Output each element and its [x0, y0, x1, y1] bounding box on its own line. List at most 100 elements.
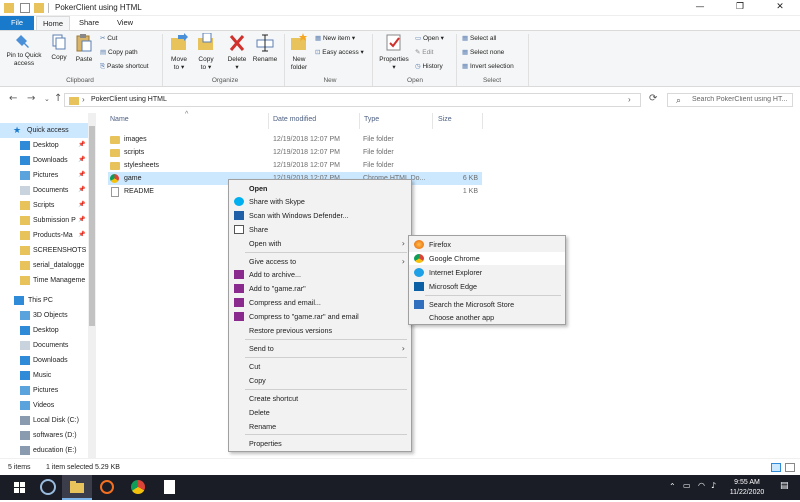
table-row[interactable]: images 12/19/2018 12:07 PM File folder: [108, 133, 482, 146]
menu-item-cut[interactable]: Cut: [229, 360, 411, 373]
taskbar-file-explorer[interactable]: [62, 475, 92, 500]
column-divider[interactable]: [432, 113, 433, 129]
menu-item-open-with[interactable]: Open with ›: [229, 237, 411, 250]
nav-item-pictures-pc[interactable]: Pictures: [0, 383, 88, 398]
menu-item-microsoft-edge[interactable]: Microsoft Edge: [409, 280, 565, 293]
invert-selection-button[interactable]: ▦ Invert selection: [462, 62, 514, 72]
properties-button[interactable]: Properties ▾: [376, 33, 412, 72]
menu-item-create-shortcut[interactable]: Create shortcut: [229, 392, 411, 405]
column-divider[interactable]: [359, 113, 360, 129]
edit-button[interactable]: ✎ Edit: [415, 48, 433, 58]
menu-item-give-access[interactable]: Give access to ›: [229, 255, 411, 268]
nav-item-products[interactable]: Products-Ma 📌: [0, 228, 88, 243]
column-divider[interactable]: [268, 113, 269, 129]
nav-item-desktop-pc[interactable]: Desktop: [0, 323, 88, 338]
open-button[interactable]: ▭ Open ▾: [415, 34, 444, 44]
nav-item-documents-pc[interactable]: Documents: [0, 338, 88, 353]
nav-item-quick-access[interactable]: ★ Quick access: [0, 123, 88, 138]
nav-item-serial-datalogger[interactable]: serial_datalogge: [0, 258, 88, 273]
nav-item-submission[interactable]: Submission P 📌: [0, 213, 88, 228]
refresh-icon[interactable]: ⟳: [649, 93, 657, 104]
menu-item-restore-previous[interactable]: Restore previous versions: [229, 324, 411, 337]
nav-item-softwares[interactable]: softwares (D:): [0, 428, 88, 443]
nav-item-screenshots[interactable]: SCREENSHOTS: [0, 243, 88, 258]
new-folder-button[interactable]: New folder: [287, 33, 311, 72]
menu-item-compress-to-rar-email[interactable]: Compress to "game.rar" and email: [229, 310, 411, 323]
address-dropdown-chevron-icon[interactable]: ›: [628, 95, 631, 104]
menu-item-properties[interactable]: Properties: [229, 437, 411, 450]
address-bar[interactable]: › PokerClient using HTML ›: [64, 93, 641, 107]
column-header-type[interactable]: Type: [364, 116, 379, 123]
menu-item-scan-defender[interactable]: Scan with Windows Defender...: [229, 209, 411, 222]
delete-button[interactable]: Delete ▾: [224, 33, 250, 72]
taskbar-app-icon[interactable]: [33, 475, 63, 500]
menu-item-add-to-game-rar[interactable]: Add to "game.rar": [229, 282, 411, 295]
rename-button[interactable]: Rename: [250, 33, 280, 64]
pin-to-quick-access-button[interactable]: Pin to Quick access: [2, 33, 46, 68]
select-none-button[interactable]: ▦ Select none: [462, 48, 504, 58]
details-view-icon[interactable]: [771, 463, 781, 472]
tab-home[interactable]: Home: [36, 16, 70, 30]
properties-icon[interactable]: [20, 3, 30, 13]
notifications-icon[interactable]: ▤: [780, 481, 789, 491]
up-arrow-icon[interactable]: ↑: [54, 93, 62, 104]
nav-item-downloads[interactable]: Downloads 📌: [0, 153, 88, 168]
nav-item-time-management[interactable]: Time Manageme: [0, 273, 88, 288]
new-folder-icon[interactable]: [34, 3, 44, 13]
wifi-icon[interactable]: ◠: [698, 481, 705, 490]
move-to-button[interactable]: Move to ▾: [167, 33, 191, 72]
nav-item-education[interactable]: education (E:): [0, 443, 88, 458]
paste-shortcut-button[interactable]: ⎘ Paste shortcut: [100, 62, 149, 72]
menu-item-add-to-archive[interactable]: Add to archive...: [229, 268, 411, 281]
minimize-button[interactable]: —: [680, 0, 720, 16]
menu-item-internet-explorer[interactable]: Internet Explorer: [409, 266, 565, 279]
close-button[interactable]: ✕: [760, 0, 800, 16]
volume-icon[interactable]: ♪: [711, 481, 716, 490]
easy-access-button[interactable]: ⊡ Easy access ▾: [315, 48, 364, 58]
maximize-button[interactable]: ❐: [720, 0, 760, 16]
taskbar-clock[interactable]: 9:55 AM 11/22/2020: [722, 478, 772, 498]
menu-item-firefox[interactable]: Firefox: [409, 238, 565, 251]
large-icons-view-icon[interactable]: [785, 463, 795, 472]
nav-item-music[interactable]: Music: [0, 368, 88, 383]
column-header-name[interactable]: Name: [110, 116, 129, 123]
recent-chevron-icon[interactable]: ⌄: [44, 95, 50, 103]
menu-item-google-chrome[interactable]: Google Chrome: [409, 252, 565, 265]
nav-scrollbar-thumb[interactable]: [89, 126, 95, 326]
nav-item-this-pc[interactable]: This PC: [0, 293, 88, 308]
tab-share[interactable]: Share: [74, 16, 104, 30]
column-header-size[interactable]: Size: [438, 116, 452, 123]
nav-item-pictures[interactable]: Pictures 📌: [0, 168, 88, 183]
new-item-button[interactable]: ▦ New item ▾: [315, 34, 355, 44]
nav-item-3d-objects[interactable]: 3D Objects: [0, 308, 88, 323]
taskbar-app-icon[interactable]: [92, 475, 122, 500]
menu-item-copy[interactable]: Copy: [229, 374, 411, 387]
nav-item-desktop[interactable]: Desktop 📌: [0, 138, 88, 153]
breadcrumb[interactable]: PokerClient using HTML: [91, 96, 167, 103]
copy-button[interactable]: Copy: [48, 33, 70, 62]
table-row[interactable]: stylesheets 12/19/2018 12:07 PM File fol…: [108, 159, 482, 172]
start-button[interactable]: [5, 475, 35, 500]
paste-button[interactable]: Paste: [73, 33, 95, 64]
nav-item-videos[interactable]: Videos: [0, 398, 88, 413]
menu-item-open[interactable]: Open: [229, 182, 411, 195]
menu-item-rename[interactable]: Rename: [229, 420, 411, 433]
tab-view[interactable]: View: [110, 16, 140, 30]
taskbar-app-icon[interactable]: [154, 475, 184, 500]
column-header-date[interactable]: Date modified: [273, 116, 316, 123]
breadcrumb-chevron-icon[interactable]: ›: [82, 95, 85, 104]
show-hidden-icons-chevron-icon[interactable]: ⌃: [669, 482, 676, 491]
nav-item-scripts[interactable]: Scripts 📌: [0, 198, 88, 213]
nav-item-local-disk[interactable]: Local Disk (C:): [0, 413, 88, 428]
menu-item-search-store[interactable]: Search the Microsoft Store: [409, 298, 565, 311]
copy-path-button[interactable]: ▤ Copy path: [100, 48, 138, 58]
network-icon[interactable]: ▭: [683, 481, 691, 490]
copy-to-button[interactable]: Copy to ▾: [194, 32, 218, 72]
search-input[interactable]: ⌕ Search PokerClient using HT...: [667, 93, 793, 107]
history-button[interactable]: ◷ History: [415, 62, 443, 72]
forward-arrow-icon[interactable]: →: [27, 93, 35, 104]
nav-item-downloads-pc[interactable]: Downloads: [0, 353, 88, 368]
menu-item-delete[interactable]: Delete: [229, 406, 411, 419]
cut-button[interactable]: ✂ Cut: [100, 34, 117, 44]
tab-file[interactable]: File: [0, 16, 34, 30]
